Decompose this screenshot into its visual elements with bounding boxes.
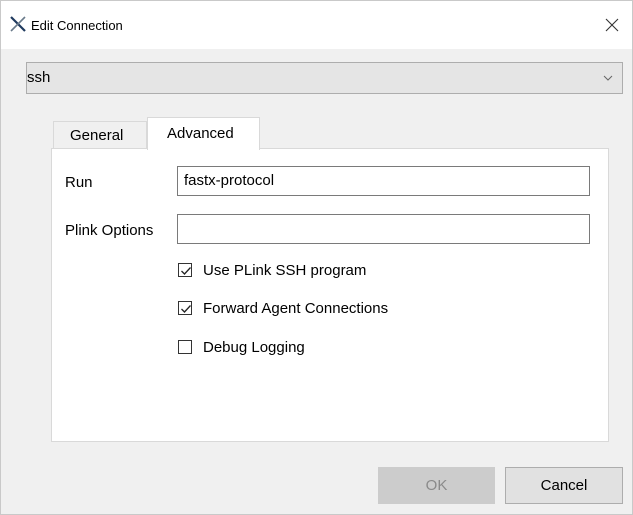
title-bar: Edit Connection (1, 1, 632, 49)
use-plink-checkbox[interactable] (178, 263, 192, 277)
connection-type-dropdown[interactable]: ssh (26, 62, 623, 94)
chevron-down-icon (603, 75, 613, 81)
debug-logging-checkbox[interactable] (178, 340, 192, 354)
window-title: Edit Connection (31, 18, 123, 33)
checkmark-icon (181, 267, 191, 275)
close-icon (605, 18, 619, 32)
close-button[interactable] (592, 9, 632, 41)
tab-general[interactable]: General (53, 121, 147, 149)
plink-options-label: Plink Options (65, 222, 154, 239)
run-label: Run (65, 174, 93, 191)
connection-type-value: ssh (27, 69, 51, 86)
checkmark-icon (181, 305, 191, 313)
run-field[interactable]: fastx-protocol (177, 166, 590, 196)
plink-options-field[interactable] (177, 214, 590, 244)
tab-advanced-label: Advanced (167, 125, 234, 142)
debug-logging-label: Debug Logging (203, 339, 305, 356)
tab-advanced[interactable]: Advanced (147, 117, 260, 150)
ok-label: OK (425, 477, 448, 494)
cancel-label: Cancel (540, 477, 588, 494)
cancel-button[interactable]: Cancel (505, 467, 623, 504)
use-plink-label: Use PLink SSH program (203, 262, 367, 279)
ok-button[interactable]: OK (378, 467, 495, 504)
edit-connection-dialog: Edit Connection ssh General Advanced Run… (0, 0, 633, 515)
tab-general-label: General (70, 127, 124, 144)
forward-agent-checkbox[interactable] (178, 301, 192, 315)
fastx-x-icon (10, 16, 26, 32)
forward-agent-label: Forward Agent Connections (203, 300, 389, 317)
run-value: fastx-protocol (184, 172, 275, 189)
